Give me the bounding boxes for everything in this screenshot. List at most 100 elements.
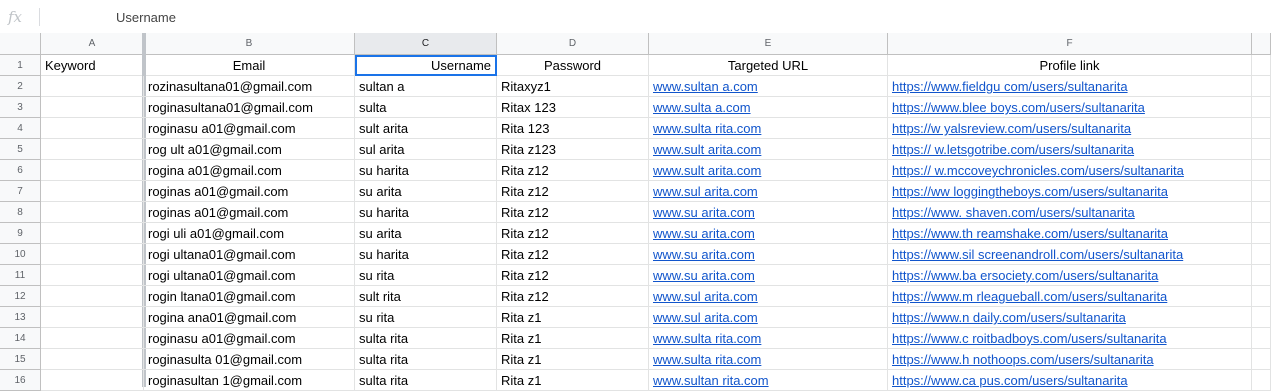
cell-link[interactable]: www.sultan rita.com <box>653 373 769 388</box>
cell-empty[interactable] <box>1252 55 1271 76</box>
column-header-c[interactable]: C <box>355 33 497 55</box>
cell-username[interactable]: sulta rita <box>355 370 497 391</box>
cell-username[interactable]: sulta rita <box>355 349 497 370</box>
cell-link[interactable]: https://www.h nothoops.com/users/sultana… <box>892 352 1154 367</box>
cell-profile-link[interactable]: https://www.h nothoops.com/users/sultana… <box>888 349 1252 370</box>
cell-targeted-url[interactable]: www.sulta rita.com <box>649 328 888 349</box>
cell-username[interactable]: su rita <box>355 265 497 286</box>
column-header-a[interactable]: A <box>41 33 144 55</box>
cell-profile-link[interactable]: https://www.sil screenandroll.com/users/… <box>888 244 1252 265</box>
cell-username[interactable]: su arita <box>355 223 497 244</box>
cell-empty[interactable] <box>1252 265 1271 286</box>
cell-link[interactable]: https:// w.letsgotribe.com/users/sultana… <box>892 142 1134 157</box>
cell-keyword[interactable] <box>41 265 144 286</box>
cell-targeted-url[interactable]: www.su arita.com <box>649 244 888 265</box>
cell-profile-link[interactable]: https:// w.mccoveychronicles.com/users/s… <box>888 160 1252 181</box>
cell-email[interactable]: roginasultana01@gmail.com <box>144 97 355 118</box>
cell-link[interactable]: https://www.th reamshake.com/users/sulta… <box>892 226 1168 241</box>
cell-profile-link[interactable]: https:// w.letsgotribe.com/users/sultana… <box>888 139 1252 160</box>
cell-link[interactable]: https://www.ba ersociety.com/users/sulta… <box>892 268 1158 283</box>
cell-password[interactable]: Rita z1 <box>497 370 649 391</box>
cell-username[interactable]: su harita <box>355 202 497 223</box>
cell-password[interactable]: Rita z1 <box>497 307 649 328</box>
row-header[interactable]: 4 <box>0 118 41 139</box>
cell-username[interactable]: sulta rita <box>355 328 497 349</box>
cell-empty[interactable] <box>1252 181 1271 202</box>
cell-targeted-url[interactable]: www.sulta a.com <box>649 97 888 118</box>
cell-email[interactable]: roginasultan 1@gmail.com <box>144 370 355 391</box>
cell-profile-link[interactable]: https://www.blee boys.com/users/sultanar… <box>888 97 1252 118</box>
formula-input[interactable] <box>52 7 1262 27</box>
cell-link[interactable]: www.su arita.com <box>653 268 755 283</box>
cell-email[interactable]: rog ult a01@gmail.com <box>144 139 355 160</box>
column-header-g[interactable] <box>1252 33 1271 55</box>
cell-link[interactable]: https://www.ca pus.com/users/sultanarita <box>892 373 1128 388</box>
cell-profile-link[interactable]: https://www.ca pus.com/users/sultanarita <box>888 370 1252 391</box>
cell-empty[interactable] <box>1252 286 1271 307</box>
row-header[interactable]: 11 <box>0 265 41 286</box>
cell-profile-link[interactable]: https://www.th reamshake.com/users/sulta… <box>888 223 1252 244</box>
cell-empty[interactable] <box>1252 244 1271 265</box>
column-header-d[interactable]: D <box>497 33 649 55</box>
cell-profile-link[interactable]: https://www. shaven.com/users/sultanarit… <box>888 202 1252 223</box>
cell-link[interactable]: https://www.fieldgu com/users/sultanarit… <box>892 79 1128 94</box>
cell-keyword[interactable] <box>41 286 144 307</box>
cell-targeted-url[interactable]: www.su arita.com <box>649 265 888 286</box>
cell-link[interactable]: www.sulta a.com <box>653 100 751 115</box>
cell-link[interactable]: www.sul arita.com <box>653 184 758 199</box>
cell-empty[interactable] <box>1252 118 1271 139</box>
cell-link[interactable]: https://www.m rleagueball.com/users/sult… <box>892 289 1167 304</box>
cell-link[interactable]: www.su arita.com <box>653 226 755 241</box>
row-header[interactable]: 2 <box>0 76 41 97</box>
column-header-e[interactable]: E <box>649 33 888 55</box>
cell-link[interactable]: https://www.blee boys.com/users/sultanar… <box>892 100 1145 115</box>
cell-keyword[interactable] <box>41 328 144 349</box>
cell-link[interactable]: www.sultan a.com <box>653 79 758 94</box>
column-header-b[interactable]: B <box>144 33 355 55</box>
cell-email[interactable]: rogina ana01@gmail.com <box>144 307 355 328</box>
cell-empty[interactable] <box>1252 223 1271 244</box>
cell-empty[interactable] <box>1252 307 1271 328</box>
cell-email[interactable]: rogi ultana01@gmail.com <box>144 244 355 265</box>
cell-email[interactable]: rogi uli a01@gmail.com <box>144 223 355 244</box>
row-header[interactable]: 6 <box>0 160 41 181</box>
cell-password[interactable]: Rita z12 <box>497 202 649 223</box>
cell-link[interactable]: https://www.c roitbadboys.com/users/sult… <box>892 331 1167 346</box>
cell-empty[interactable] <box>1252 97 1271 118</box>
cell-keyword[interactable] <box>41 202 144 223</box>
cell-keyword[interactable] <box>41 118 144 139</box>
cell-targeted-url[interactable]: www.sulta rita.com <box>649 349 888 370</box>
cell-keyword-header[interactable]: Keyword <box>41 55 144 76</box>
cell-keyword[interactable] <box>41 244 144 265</box>
cell-empty[interactable] <box>1252 160 1271 181</box>
cell-link[interactable]: www.sulta rita.com <box>653 352 761 367</box>
cell-link[interactable]: www.su arita.com <box>653 247 755 262</box>
row-header[interactable]: 16 <box>0 370 41 391</box>
cell-username[interactable]: su arita <box>355 181 497 202</box>
cell-empty[interactable] <box>1252 76 1271 97</box>
cell-targeted-url[interactable]: www.sultan a.com <box>649 76 888 97</box>
cell-password[interactable]: Rita 123 <box>497 118 649 139</box>
row-header[interactable]: 13 <box>0 307 41 328</box>
cell-password[interactable]: Rita z12 <box>497 160 649 181</box>
cell-profile-link[interactable]: https://www.n daily.com/users/sultanarit… <box>888 307 1252 328</box>
cell-empty[interactable] <box>1252 202 1271 223</box>
cell-link[interactable]: https://w yalsreview.com/users/sultanari… <box>892 121 1131 136</box>
cell-profile-link[interactable]: https://www.fieldgu com/users/sultanarit… <box>888 76 1252 97</box>
cell-empty[interactable] <box>1252 370 1271 391</box>
cell-targeted-url[interactable]: www.su arita.com <box>649 223 888 244</box>
cell-email[interactable]: rogi ultana01@gmail.com <box>144 265 355 286</box>
cell-password[interactable]: Rita z12 <box>497 286 649 307</box>
select-all-corner[interactable] <box>0 33 41 55</box>
cell-link[interactable]: https://www.n daily.com/users/sultanarit… <box>892 310 1126 325</box>
cell-link[interactable]: www.sul arita.com <box>653 310 758 325</box>
cell-profile-link[interactable]: https://www.m rleagueball.com/users/sult… <box>888 286 1252 307</box>
cell-password[interactable]: Rita z123 <box>497 139 649 160</box>
cell-email-header[interactable]: Email <box>144 55 355 76</box>
column-header-f[interactable]: F <box>888 33 1252 55</box>
cell-profile-link[interactable]: https://ww loggingtheboys.com/users/sult… <box>888 181 1252 202</box>
cell-username[interactable]: su harita <box>355 160 497 181</box>
cell-email[interactable]: roginasu a01@gmail.com <box>144 328 355 349</box>
cell-keyword[interactable] <box>41 370 144 391</box>
cell-username[interactable]: su rita <box>355 307 497 328</box>
